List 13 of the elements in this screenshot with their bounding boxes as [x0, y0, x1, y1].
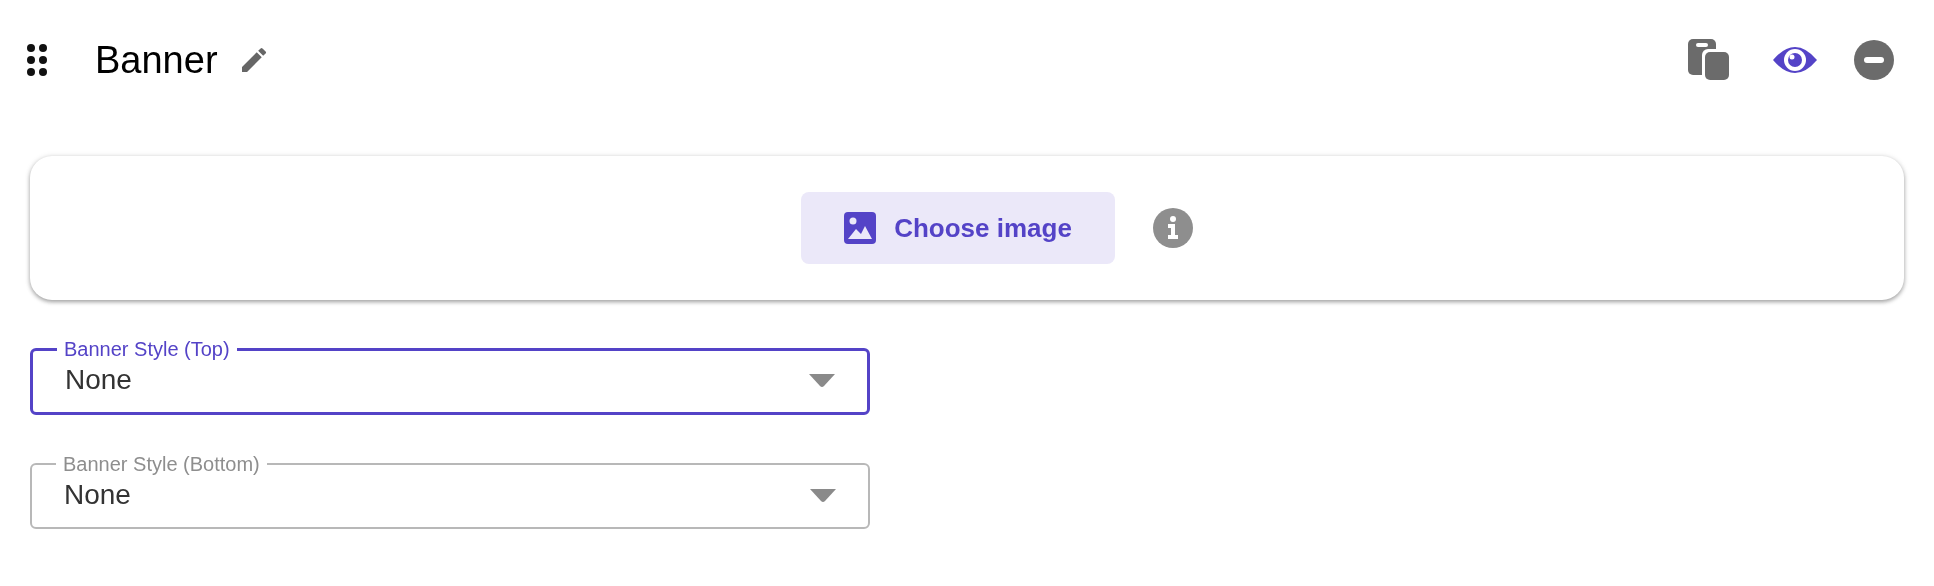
select-value: None [64, 478, 132, 512]
field-label: Banner Style (Bottom) [62, 452, 261, 477]
section-title: Banner [95, 41, 218, 79]
select-value: None [65, 363, 133, 397]
choose-image-button[interactable]: Choose image [801, 192, 1115, 264]
field-label: Banner Style (Top) [63, 337, 231, 362]
dropdown-caret-icon [808, 487, 838, 503]
copy-icon[interactable] [1688, 39, 1730, 81]
dropdown-caret-icon [807, 372, 837, 388]
remove-icon[interactable] [1854, 40, 1894, 80]
image-icon [844, 212, 877, 244]
drag-handle-icon[interactable] [27, 44, 47, 76]
info-icon[interactable] [1153, 208, 1193, 248]
